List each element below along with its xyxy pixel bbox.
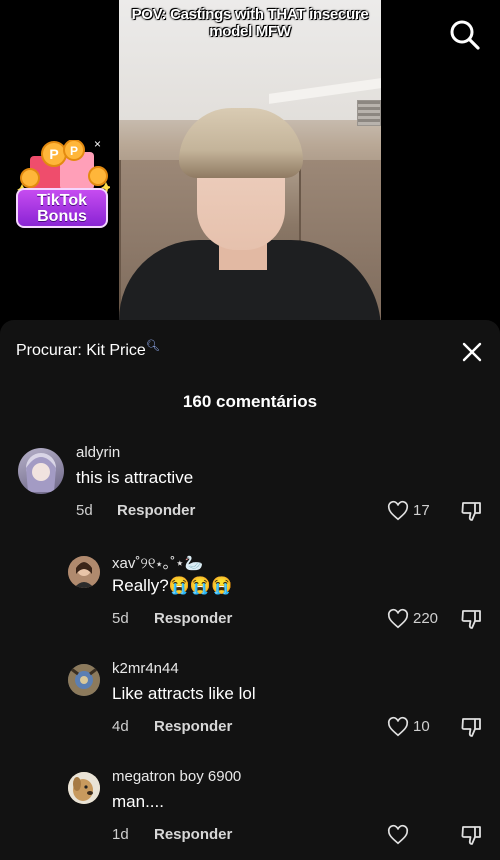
comments-sheet: Procurar: Kit Price🔍︎ 160 comentários al… (0, 320, 500, 860)
close-button[interactable] (460, 340, 484, 364)
heart-icon (387, 500, 409, 521)
like-count: 220 (413, 610, 439, 627)
reply-button[interactable]: Responder (154, 718, 232, 735)
search-button[interactable] (448, 18, 482, 52)
small-search-icon: 🔍︎ (145, 340, 160, 352)
comment-text: Like attracts like lol (112, 684, 256, 703)
heart-icon (387, 824, 409, 845)
comment-username[interactable]: xav˚୨୧⋆｡˚⋆🦢 (112, 552, 203, 573)
like-button[interactable]: 220 (387, 608, 455, 630)
svg-text:P: P (70, 144, 78, 158)
comment-text: Really?😭😭😭 (112, 576, 233, 595)
dislike-icon[interactable] (460, 607, 484, 631)
avatar-image (26, 453, 56, 492)
tiktok-bonus-widget[interactable]: P P TikTok Bonus (12, 140, 112, 232)
avatar-image (68, 556, 100, 588)
related-search[interactable]: Procurar: Kit Price🔍︎ (16, 340, 160, 360)
comment-item: k2mr4n44 Like attracts like lol 4d Respo… (0, 656, 500, 746)
avatar[interactable] (68, 664, 100, 696)
comment-text: man.... (112, 792, 164, 811)
heart-icon (387, 716, 409, 737)
avatar[interactable] (68, 772, 100, 804)
reply-button[interactable]: Responder (154, 826, 232, 843)
comment-username[interactable]: megatron boy 6900 (112, 768, 241, 785)
like-count: 17 (413, 502, 430, 519)
search-query[interactable]: Kit Price (86, 342, 146, 359)
comment-username[interactable]: aldyrin (76, 444, 120, 461)
dislike-icon[interactable] (460, 715, 484, 739)
comment-item: aldyrin this is attractive 5d Responder … (0, 440, 500, 530)
like-count: 10 (413, 718, 430, 735)
bonus-label: TikTok Bonus (16, 188, 108, 228)
like-button[interactable]: 10 (387, 716, 447, 738)
search-prefix: Procurar: (16, 342, 82, 359)
close-icon (462, 342, 482, 362)
like-button[interactable]: 17 (387, 500, 447, 522)
video-area[interactable]: POV: Castings with THAT insecure model M… (0, 0, 500, 330)
comment-age: 5d (112, 610, 129, 627)
comment-age: 4d (112, 718, 129, 735)
search-icon (450, 20, 480, 50)
comment-age: 5d (76, 502, 93, 519)
coins-icon: P P (17, 140, 110, 192)
reply-button[interactable]: Responder (154, 610, 232, 627)
comment-count: 160 comentários (182, 392, 318, 411)
reply-button[interactable]: Responder (117, 502, 195, 519)
video-caption: POV: Castings with THAT insecure model M… (131, 6, 369, 40)
like-button[interactable] (387, 824, 417, 846)
video-frame[interactable] (119, 0, 381, 322)
heart-icon (387, 608, 409, 629)
avatar-image (68, 664, 100, 696)
avatar[interactable] (68, 556, 100, 588)
avatar[interactable] (18, 448, 64, 494)
avatar-image (68, 772, 100, 804)
comment-username[interactable]: k2mr4n44 (112, 660, 179, 677)
air-vent (357, 100, 381, 126)
dislike-icon[interactable] (460, 499, 484, 523)
comment-text: this is attractive (76, 468, 194, 487)
svg-text:P: P (49, 146, 58, 162)
dislike-icon[interactable] (460, 823, 484, 847)
comment-item: xav˚୨୧⋆｡˚⋆🦢 Really?😭😭😭 5d Responder 220 (0, 548, 500, 638)
comment-age: 1d (112, 826, 129, 843)
comment-item: megatron boy 6900 man.... 1d Responder (0, 764, 500, 854)
